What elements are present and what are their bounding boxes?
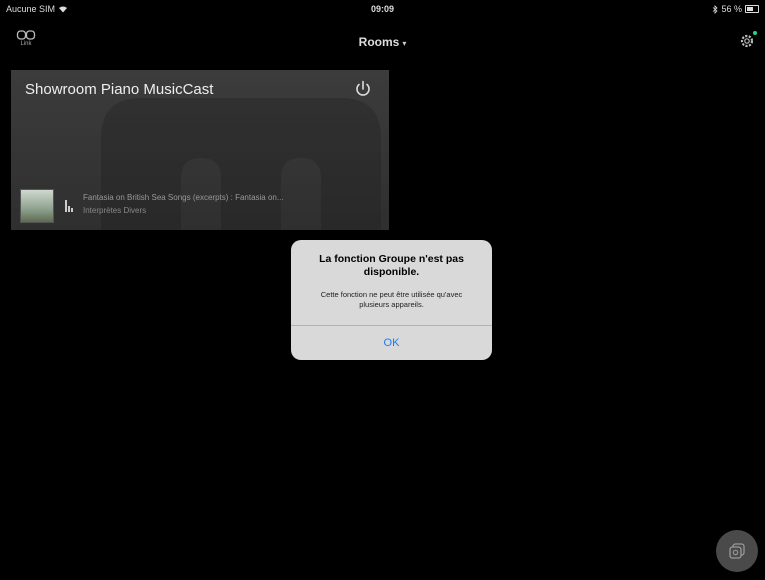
track-artist: Interprètes Divers [83, 206, 147, 215]
rooms-dropdown[interactable]: Rooms ▾ [0, 35, 765, 49]
bluetooth-icon [713, 4, 719, 14]
battery-icon [745, 5, 759, 13]
notification-dot [753, 31, 757, 35]
nav-bar: Link Rooms ▾ [0, 20, 765, 60]
power-icon [356, 80, 370, 96]
status-bar: Aucune SIM 09:09 56 % [0, 0, 765, 18]
alert-dialog: La fonction Groupe n'est pas disponible.… [291, 240, 492, 360]
nav-title-text: Rooms [358, 35, 400, 49]
equalizer-icon [65, 200, 73, 212]
album-art [20, 189, 54, 223]
group-fab-button[interactable] [716, 530, 758, 572]
room-card[interactable]: Showroom Piano MusicCast Fantasia on Bri… [11, 70, 389, 230]
chevron-down-icon: ▾ [402, 39, 407, 48]
gear-icon [740, 34, 754, 48]
power-button[interactable] [353, 79, 373, 99]
room-name: Showroom Piano MusicCast [25, 81, 214, 98]
ok-button[interactable]: OK [291, 326, 492, 360]
alert-message: Cette fonction ne peut être utilisée qu'… [320, 290, 463, 309]
settings-button[interactable] [737, 31, 757, 51]
group-icon [729, 543, 745, 559]
alert-title: La fonction Groupe n'est pas disponible. [319, 253, 464, 278]
status-right: 56 % [712, 4, 759, 14]
track-title: Fantasia on British Sea Songs (excerpts)… [83, 193, 284, 202]
battery-percent: 56 % [721, 4, 742, 14]
status-time: 09:09 [370, 4, 395, 14]
